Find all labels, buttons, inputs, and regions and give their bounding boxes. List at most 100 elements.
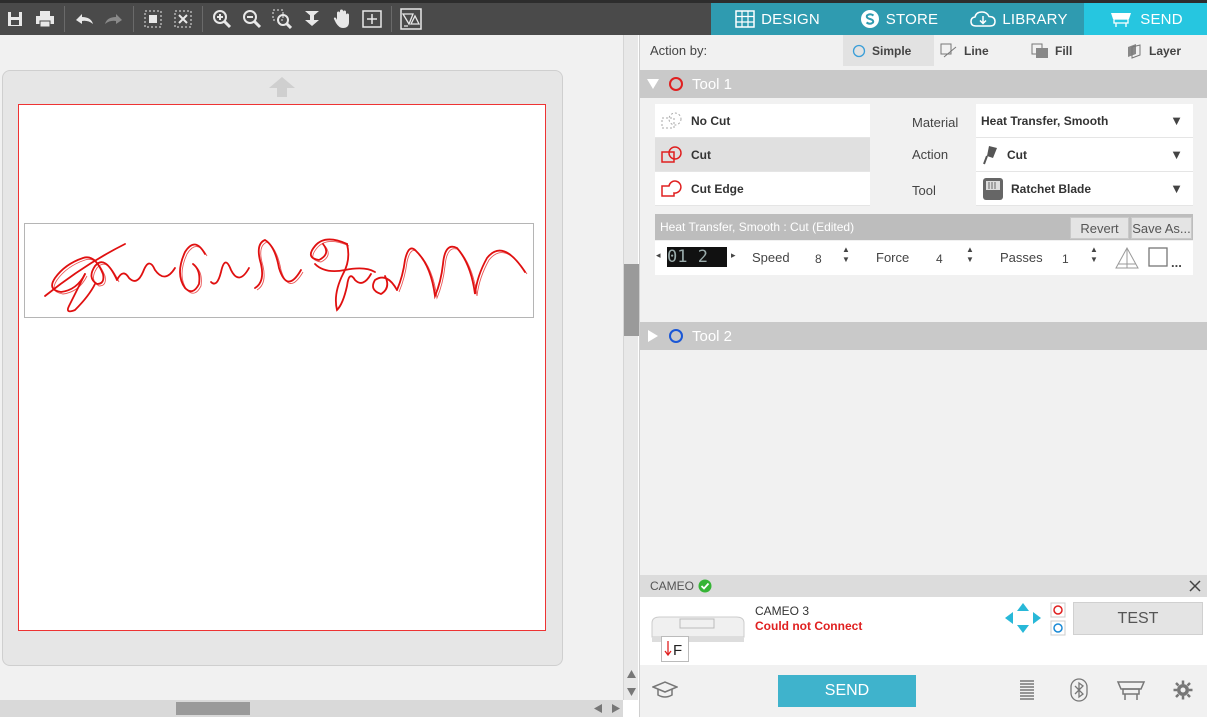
- save-icon[interactable]: [0, 4, 30, 34]
- save-as-button[interactable]: Save As...: [1131, 217, 1192, 239]
- tab-store[interactable]: STORE: [844, 3, 954, 35]
- speed-label: Speed: [752, 250, 790, 265]
- force-label: Force: [876, 250, 910, 265]
- blade-increase-arrow-icon[interactable]: ▸: [731, 250, 736, 261]
- pan-hand-icon[interactable]: [327, 4, 357, 34]
- action-value: Cut: [1007, 147, 1027, 162]
- revert-button[interactable]: Revert: [1070, 217, 1129, 239]
- tab-library-label: LIBRARY: [1002, 10, 1068, 28]
- cutter-machine-icon[interactable]: [1116, 679, 1146, 701]
- ratchet-blade-icon: [983, 177, 1003, 200]
- tab-design[interactable]: DESIGN: [711, 3, 844, 35]
- toolbar-separator: [64, 6, 65, 32]
- material-dropdown[interactable]: Heat Transfer, Smooth ▼: [976, 104, 1193, 138]
- send-button[interactable]: SEND: [778, 675, 916, 707]
- machine-header-label: CAMEO: [650, 579, 695, 593]
- speed-stepper[interactable]: ▲ ▼: [842, 245, 850, 265]
- cut-edge-label: Cut Edge: [691, 181, 744, 196]
- gear-icon[interactable]: [1173, 680, 1193, 700]
- tool-label: Tool: [912, 183, 936, 198]
- machine-name: CAMEO 3: [755, 604, 810, 618]
- cut-style-cut-edge[interactable]: Cut Edge: [655, 172, 870, 206]
- graduation-cap-icon[interactable]: [652, 680, 678, 700]
- blade-decrease-arrow-icon[interactable]: ◂: [656, 250, 661, 261]
- script-text-artwork-icon: [44, 238, 528, 313]
- tool-2-title: Tool 2: [692, 327, 733, 345]
- force-stepper[interactable]: ▲ ▼: [966, 245, 974, 265]
- force-input[interactable]: 4: [933, 249, 961, 269]
- action-layer-option[interactable]: Layer: [1125, 35, 1181, 66]
- ungroup-icon[interactable]: [168, 4, 198, 34]
- action-by-row: Action by: Simple Line Fill Layer: [640, 35, 1207, 66]
- no-cut-icon: [661, 112, 682, 128]
- tool-2-select-icon[interactable]: [1050, 620, 1066, 636]
- cut-style-no-cut[interactable]: No Cut: [655, 104, 870, 138]
- machine-status-area: F CAMEO 3 Could not Connect TEST: [640, 597, 1207, 665]
- trace-shapes-icon[interactable]: [396, 4, 426, 34]
- bluetooth-icon[interactable]: [1070, 678, 1088, 702]
- top-toolbar: DESIGN STORE LIBRARY SEND: [0, 0, 1207, 35]
- action-fill-option[interactable]: Fill: [1031, 35, 1072, 66]
- vertical-scrollbar[interactable]: [623, 35, 639, 700]
- line-segment-icon[interactable]: [1147, 246, 1169, 268]
- action-by-label: Action by:: [650, 43, 708, 58]
- horizontal-scrollbar[interactable]: [0, 700, 623, 717]
- group-icon[interactable]: [138, 4, 168, 34]
- design-canvas-area[interactable]: [0, 35, 623, 700]
- bottom-bar: SEND: [640, 665, 1207, 717]
- tool-1-header[interactable]: Tool 1: [640, 70, 1207, 98]
- tool-dropdown[interactable]: Ratchet Blade ▼: [976, 172, 1193, 206]
- toolbar-icons: [0, 3, 426, 35]
- passes-input[interactable]: 1: [1059, 249, 1087, 269]
- line-icon: [940, 43, 957, 57]
- action-dropdown-arrow-icon: ▼: [1170, 147, 1183, 162]
- move-arrows-icon[interactable]: [1003, 602, 1043, 634]
- redo-icon[interactable]: [99, 4, 129, 34]
- machine-header: CAMEO: [640, 575, 1207, 597]
- scroll-up-down-arrows-icon[interactable]: [626, 668, 637, 698]
- scroll-left-right-arrows-icon[interactable]: [592, 703, 622, 714]
- collapse-triangle-icon[interactable]: [646, 77, 660, 91]
- horizontal-scroll-thumb[interactable]: [176, 702, 250, 715]
- fit-to-page-icon[interactable]: [357, 4, 387, 34]
- blade-settings-row: ◂ 01 2 34 ▸ Speed 8 ▲▼ Force 4 ▲▼ Passes…: [655, 241, 1193, 275]
- action-simple-option[interactable]: Simple: [843, 35, 934, 66]
- action-line-option[interactable]: Line: [940, 35, 989, 66]
- action-dropdown[interactable]: Cut ▼: [976, 138, 1193, 172]
- grid-icon: [735, 10, 755, 28]
- toolbar-separator: [133, 6, 134, 32]
- print-icon[interactable]: [30, 4, 60, 34]
- tab-store-label: STORE: [885, 10, 939, 28]
- cut-style-cut[interactable]: Cut: [655, 138, 870, 172]
- machine-thumb-letter: F: [673, 642, 683, 659]
- passes-stepper[interactable]: ▲ ▼: [1090, 245, 1098, 265]
- silhouette-studio-window: DESIGN STORE LIBRARY SEND Action by: Sim…: [0, 0, 1207, 717]
- speed-input[interactable]: 8: [812, 249, 840, 269]
- barcode-icon[interactable]: [1018, 679, 1036, 701]
- tab-library[interactable]: LIBRARY: [954, 3, 1084, 35]
- move-down-icon[interactable]: [297, 4, 327, 34]
- zoom-out-icon[interactable]: [237, 4, 267, 34]
- vertical-scroll-thumb[interactable]: [624, 264, 639, 336]
- material-dropdown-arrow-icon: ▼: [1170, 113, 1183, 128]
- tab-send[interactable]: SEND: [1084, 3, 1207, 35]
- machine-thumb-card: F: [661, 636, 689, 662]
- tool-1-select-icon[interactable]: [1050, 602, 1066, 618]
- overcut-icon[interactable]: [1114, 246, 1140, 270]
- merry-christmas-mirrored-design[interactable]: [24, 223, 534, 318]
- zoom-in-icon[interactable]: [207, 4, 237, 34]
- layer-icon: [1128, 43, 1141, 59]
- cut-style-list: No Cut Cut Cut Edge: [655, 104, 870, 206]
- tool-2-header[interactable]: Tool 2: [640, 322, 1207, 350]
- undo-icon[interactable]: [69, 4, 99, 34]
- tool-dropdown-arrow-icon: ▼: [1170, 181, 1183, 196]
- more-settings-button[interactable]: ...: [1171, 255, 1182, 270]
- blade-depth-display: 01 2 34: [667, 247, 727, 267]
- cloud-download-icon: [970, 11, 997, 27]
- test-button[interactable]: TEST: [1073, 602, 1203, 635]
- expand-triangle-icon[interactable]: [646, 329, 660, 343]
- zoom-select-icon[interactable]: [267, 4, 297, 34]
- toolbar-separator: [391, 6, 392, 32]
- send-panel: Action by: Simple Line Fill Layer Tool 1: [639, 35, 1207, 717]
- close-icon[interactable]: [1189, 580, 1201, 592]
